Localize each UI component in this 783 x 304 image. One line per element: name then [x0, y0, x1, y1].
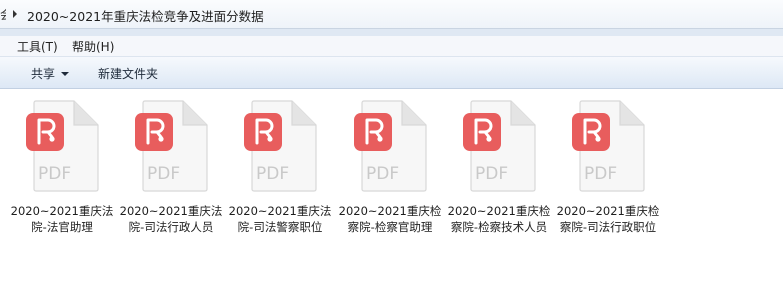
file-name[interactable]: 2020~2021重庆检察院-检察技术人员	[447, 203, 551, 235]
pdf-file-icon: PDF	[244, 100, 317, 192]
share-label: 共享	[31, 67, 56, 81]
pdf-type-label: PDF	[584, 164, 617, 184]
menu-tools[interactable]: 工具(T)	[17, 38, 58, 55]
share-button[interactable]: 共享	[31, 65, 70, 82]
menu-help[interactable]: 帮助(H)	[72, 38, 114, 55]
chevron-down-icon	[61, 72, 70, 76]
command-toolbar: 共享 新建文件夹	[0, 57, 783, 89]
pdf-type-label: PDF	[38, 164, 71, 184]
pdf-file-icon: PDF	[463, 100, 536, 192]
pdf-type-label: PDF	[475, 164, 508, 184]
breadcrumb-arrow-icon[interactable]	[13, 10, 17, 18]
pdf-file-icon: PDF	[26, 100, 99, 192]
menu-bar: 工具(T) 帮助(H)	[0, 36, 783, 57]
address-bar-divider	[0, 29, 783, 36]
file-name[interactable]: 2020~2021重庆检察院-检察官助理	[338, 203, 442, 235]
pdf-type-label: PDF	[147, 164, 180, 184]
file-name[interactable]: 2020~2021重庆法院-司法行政人员	[119, 203, 223, 235]
pdf-file-icon: PDF	[572, 100, 645, 192]
new-folder-button[interactable]: 新建文件夹	[98, 65, 158, 82]
pdf-type-label: PDF	[256, 164, 289, 184]
file-list: PDF 2020~2021重庆法院-法官助理 PDF 2020~2021重庆法院…	[0, 89, 783, 304]
address-prev-segment[interactable]: 会	[0, 6, 6, 23]
file-name[interactable]: 2020~2021重庆检察院-司法行政职位	[556, 203, 660, 235]
file-name[interactable]: 2020~2021重庆法院-法官助理	[10, 203, 114, 235]
address-path[interactable]: 2020~2021年重庆法检竞争及进面分数据	[27, 6, 264, 25]
file-name[interactable]: 2020~2021重庆法院-司法警察职位	[228, 203, 332, 235]
pdf-type-label: PDF	[366, 164, 399, 184]
pdf-file-icon: PDF	[135, 100, 208, 192]
address-bar[interactable]: 会 2020~2021年重庆法检竞争及进面分数据	[0, 0, 783, 29]
pdf-file-icon: PDF	[354, 100, 427, 192]
